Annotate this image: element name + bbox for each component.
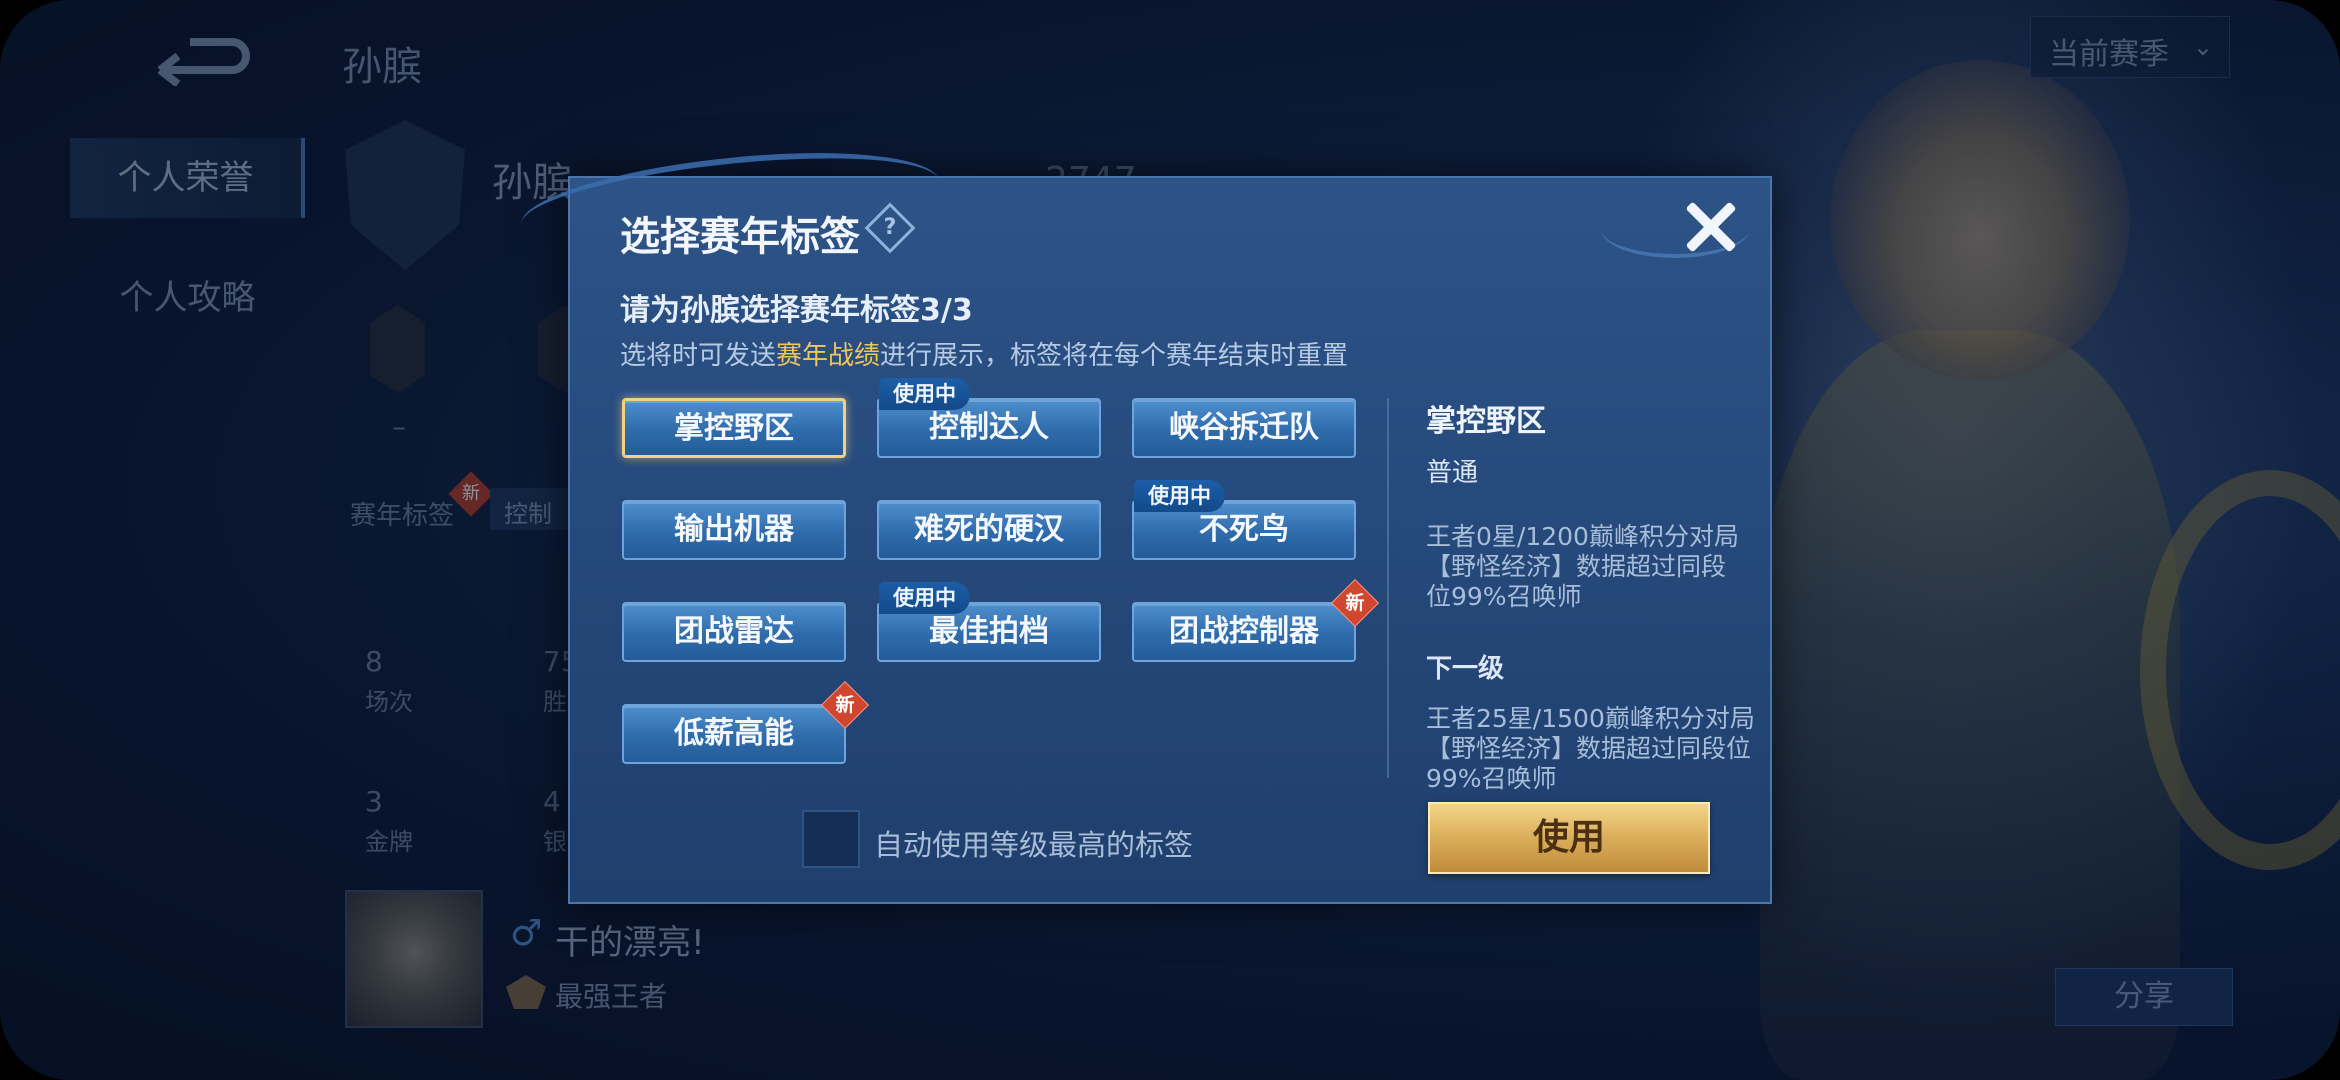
new-badge: 新	[1330, 578, 1380, 628]
detail-next-level-label: 下一级	[1426, 654, 1505, 684]
in-use-badge: 使用中	[879, 582, 970, 614]
auto-use-checkbox[interactable]	[802, 810, 860, 868]
detail-requirement: 王者0星/1200巅峰积分对局【野怪经济】数据超过同段位99%召唤师	[1426, 522, 1739, 611]
new-badge: 新	[820, 680, 870, 730]
season-tag-dialog: 选择赛年标签 ? 请为孙膑选择赛年标签3/3 选将时可发送赛年战绩进行展示，标签…	[516, 136, 1772, 904]
vertical-divider	[1387, 398, 1389, 778]
in-use-badge: 使用中	[1134, 480, 1225, 512]
in-use-badge: 使用中	[879, 378, 970, 410]
game-screen: 孙膑 当前赛季 ⌄ 个人荣誉 个人攻略 孙膑 2747 – 赛年标签 新 控制 …	[0, 0, 2340, 1080]
tag-button-jungle-control[interactable]: 掌控野区	[622, 398, 846, 458]
tag-button-best-partner[interactable]: 使用中 最佳拍档	[877, 582, 1101, 662]
use-button[interactable]: 使用	[1428, 802, 1710, 874]
tag-button-teamfight-radar[interactable]: 团战雷达	[622, 602, 846, 662]
auto-use-label: 自动使用等级最高的标签	[874, 828, 1194, 862]
dialog-description: 选将时可发送赛年战绩进行展示，标签将在每个赛年结束时重置	[620, 341, 1349, 371]
tag-button-teamfight-controller[interactable]: 新 团战控制器	[1132, 578, 1380, 662]
tag-button-tough-guy[interactable]: 难死的硬汉	[877, 500, 1101, 560]
dialog-title: 选择赛年标签	[620, 214, 860, 260]
tag-button-control-master[interactable]: 使用中 控制达人	[877, 378, 1101, 458]
detail-next-requirement: 王者25星/1500巅峰积分对局【野怪经济】数据超过同段位99%召唤师	[1426, 704, 1755, 793]
tag-button-low-pay-high-energy[interactable]: 新 低薪高能	[622, 680, 870, 764]
close-button[interactable]	[1676, 192, 1746, 262]
tag-button-damage-machine[interactable]: 输出机器	[622, 500, 846, 560]
tag-button-demolition-team[interactable]: 峡谷拆迁队	[1132, 398, 1356, 458]
dialog-subtitle: 请为孙膑选择赛年标签3/3	[620, 293, 973, 328]
detail-tier: 普通	[1426, 458, 1479, 488]
detail-tag-title: 掌控野区	[1426, 404, 1546, 439]
tag-button-phoenix[interactable]: 使用中 不死鸟	[1132, 480, 1356, 560]
